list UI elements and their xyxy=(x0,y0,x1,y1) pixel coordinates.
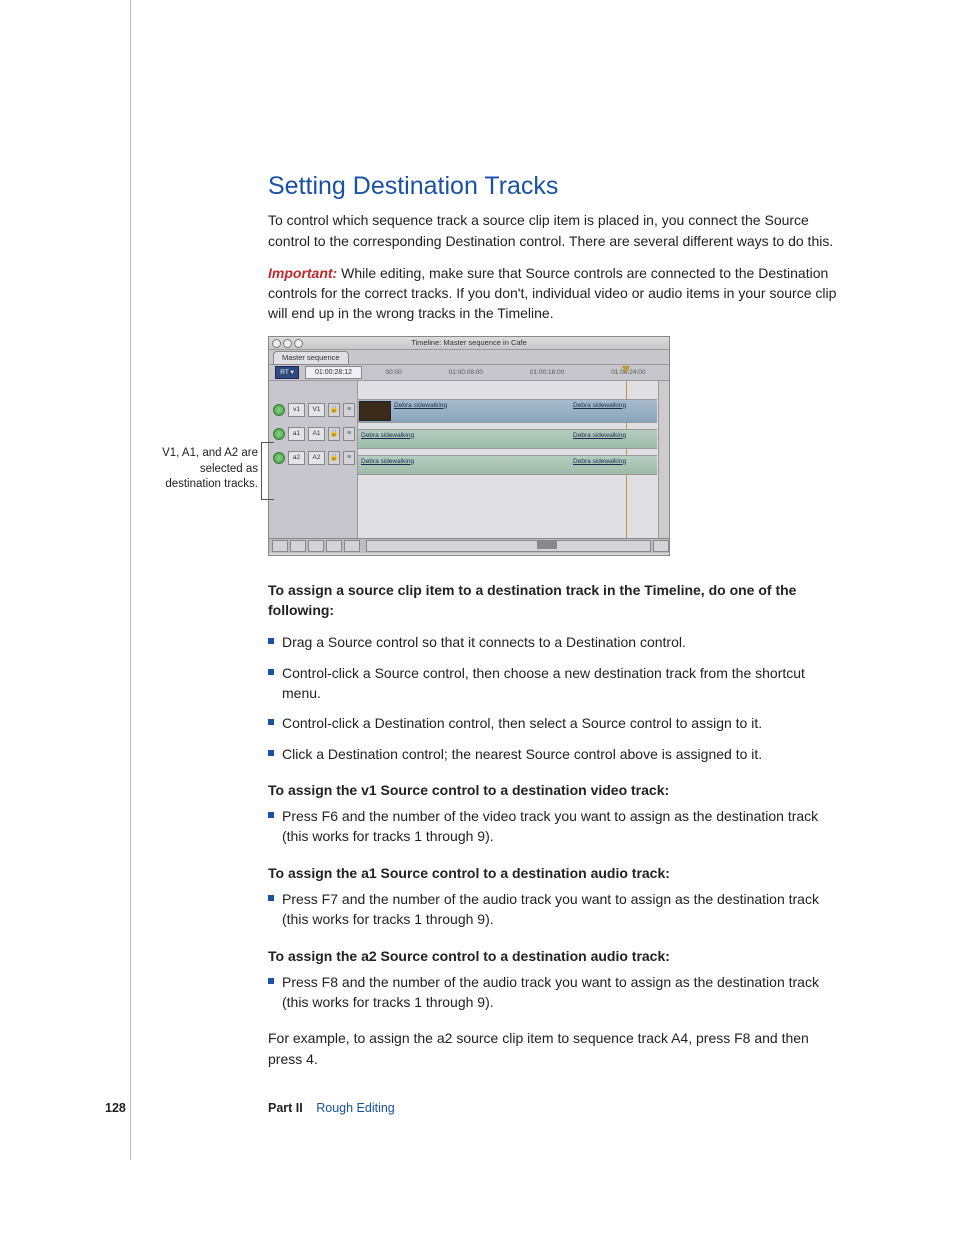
dest-a2[interactable]: A2 xyxy=(308,451,325,465)
clip-thumbnail xyxy=(359,401,391,421)
track-header-a1: a1 A1 🔒 ≡ xyxy=(273,425,357,443)
enable-dot-icon[interactable] xyxy=(273,452,285,464)
callout-bracket-icon xyxy=(261,442,274,500)
ruler-tick: 00:00 xyxy=(385,368,401,377)
timecode-field[interactable]: 01:00:28:12 xyxy=(305,366,362,379)
page-number: 128 xyxy=(105,1099,126,1117)
clip-label: Debra sidewalking xyxy=(573,401,626,410)
important-text: While editing, make sure that Source con… xyxy=(268,265,836,322)
link-icon[interactable]: ≡ xyxy=(343,403,355,417)
footer-button[interactable] xyxy=(272,540,288,552)
video-track-clip[interactable]: Debra sidewalking Debra sidewalking xyxy=(358,399,657,423)
window-title: Timeline: Master sequence in Cafe xyxy=(411,338,527,347)
list-item: Press F7 and the number of the audio tra… xyxy=(282,889,838,930)
ruler-tick: 01:00:16:00 xyxy=(530,368,564,377)
intro-paragraph: To control which sequence track a source… xyxy=(268,210,838,251)
example-paragraph: For example, to assign the a2 source cli… xyxy=(268,1028,838,1069)
source-a2[interactable]: a2 xyxy=(288,451,305,465)
ruler-tick: 01:00:08:00 xyxy=(449,368,483,377)
list-item: Drag a Source control so that it connect… xyxy=(282,632,838,652)
enable-dot-icon[interactable] xyxy=(273,428,285,440)
dest-v1[interactable]: V1 xyxy=(308,403,325,417)
enable-dot-icon[interactable] xyxy=(273,404,285,416)
traffic-lights xyxy=(272,339,303,348)
subhead-v1: To assign the v1 Source control to a des… xyxy=(268,780,838,800)
subhead-a2: To assign the a2 Source control to a des… xyxy=(268,946,838,966)
section-heading: Setting Destination Tracks xyxy=(268,168,838,204)
footer-button[interactable] xyxy=(308,540,324,552)
link-icon[interactable]: ≡ xyxy=(343,451,355,465)
tracks-area: Debra sidewalking Debra sidewalking Debr… xyxy=(358,381,669,538)
steps-list: Drag a Source control so that it connect… xyxy=(268,632,838,763)
vertical-scrollbar[interactable] xyxy=(658,381,669,538)
clip-label: Debra sidewalking xyxy=(573,431,626,440)
window-titlebar: Timeline: Master sequence in Cafe xyxy=(269,337,669,350)
track-header-a2: a2 A2 🔒 ≡ xyxy=(273,449,357,467)
audio-track-a2-clip[interactable]: Debra sidewalking Debra sidewalking xyxy=(358,455,657,475)
audio-track-a1-clip[interactable]: Debra sidewalking Debra sidewalking xyxy=(358,429,657,449)
clip-label: Debra sidewalking xyxy=(573,457,626,466)
source-a1[interactable]: a1 xyxy=(288,427,305,441)
list-item: Control-click a Source control, then cho… xyxy=(282,663,838,704)
important-label: Important: xyxy=(268,265,337,281)
subhead-a1: To assign the a1 Source control to a des… xyxy=(268,863,838,883)
clip-label: Debra sidewalking xyxy=(361,431,414,440)
footer-button[interactable] xyxy=(344,540,360,552)
track-header-v1: v1 V1 🔒 ≡ xyxy=(273,401,357,419)
lock-icon[interactable]: 🔒 xyxy=(328,451,340,465)
steps-list: Press F8 and the number of the audio tra… xyxy=(268,972,838,1013)
page-margin-rule xyxy=(130,0,131,1160)
lock-icon[interactable]: 🔒 xyxy=(328,427,340,441)
rt-button[interactable]: RT ▾ xyxy=(275,366,299,379)
steps-list: Press F7 and the number of the audio tra… xyxy=(268,889,838,930)
footer-button[interactable] xyxy=(653,540,669,552)
footer-button[interactable] xyxy=(326,540,342,552)
list-item: Press F8 and the number of the audio tra… xyxy=(282,972,838,1013)
footer-chapter: Rough Editing xyxy=(316,1101,395,1115)
procedure-heading: To assign a source clip item to a destin… xyxy=(268,580,838,621)
scroll-thumb[interactable] xyxy=(537,541,557,549)
tab-row: Master sequence xyxy=(269,350,669,365)
footer-part: Part II xyxy=(268,1101,303,1115)
lock-icon[interactable]: 🔒 xyxy=(328,403,340,417)
list-item: Click a Destination control; the nearest… xyxy=(282,744,838,764)
sequence-tab[interactable]: Master sequence xyxy=(273,351,349,365)
track-header-panel: v1 V1 🔒 ≡ a1 A1 🔒 ≡ a2 A2 🔒 ≡ xyxy=(269,381,358,538)
clip-label: Debra sidewalking xyxy=(394,401,447,410)
link-icon[interactable]: ≡ xyxy=(343,427,355,441)
footer-button[interactable] xyxy=(290,540,306,552)
horizontal-scrollbar[interactable] xyxy=(366,540,651,552)
steps-list: Press F6 and the number of the video tra… xyxy=(268,806,838,847)
important-note: Important: While editing, make sure that… xyxy=(268,263,838,324)
source-v1[interactable]: v1 xyxy=(288,403,305,417)
ruler-row: RT ▾ 01:00:28:12 00:00 01:00:08:00 01:00… xyxy=(269,365,669,381)
footer-text: Part II Rough Editing xyxy=(268,1099,395,1117)
list-item: Press F6 and the number of the video tra… xyxy=(282,806,838,847)
screenshot-callout: V1, A1, and A2 are selected as destinati… xyxy=(158,446,258,493)
clip-label: Debra sidewalking xyxy=(361,457,414,466)
timeline-screenshot: Timeline: Master sequence in Cafe Master… xyxy=(268,336,670,556)
dest-a1[interactable]: A1 xyxy=(308,427,325,441)
list-item: Control-click a Destination control, the… xyxy=(282,713,838,733)
timeline-footer xyxy=(269,538,669,553)
